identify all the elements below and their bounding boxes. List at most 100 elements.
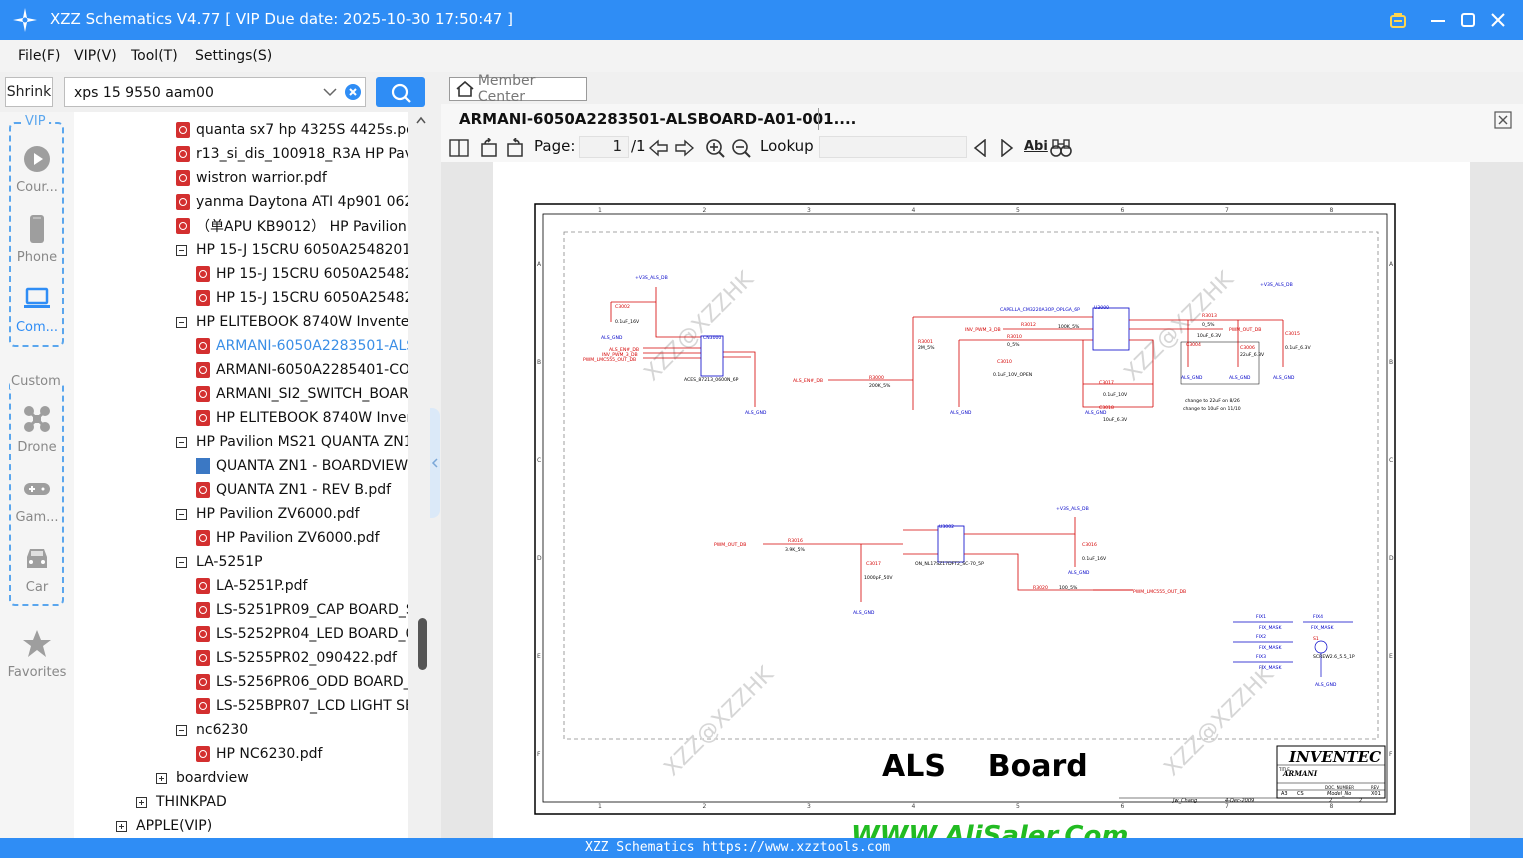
shrink-button[interactable]: Shrink	[5, 77, 53, 107]
labels-block-2: PWM_OUT_DB R3016 3.9K_5% C3017 1000pF_50…	[714, 506, 1355, 688]
nav-phone[interactable]: Phone	[0, 214, 74, 265]
tree-item-label: HP 15-J 15CRU 6050A254820	[216, 266, 408, 282]
column-label: 4	[912, 207, 916, 214]
tree-file[interactable]: （单APU KB9012） HP Pavilion	[176, 214, 407, 238]
tree-folder[interactable]: nc6230	[176, 718, 248, 742]
vip-bag-button[interactable]	[1386, 8, 1410, 32]
tree-item-label: r13_si_dis_100918_R3A HP Pavili	[196, 146, 408, 162]
tree-file[interactable]: wistron warrior.pdf	[176, 166, 327, 190]
nav-courses-label: Cour...	[16, 180, 58, 195]
column-label: 6	[1121, 803, 1125, 810]
pdf-file-icon	[196, 290, 210, 306]
expand-toggle-icon[interactable]	[156, 772, 167, 784]
ref-r3020: R3020	[1033, 585, 1048, 591]
close-document-icon[interactable]	[1494, 111, 1512, 129]
panel-splitter[interactable]	[430, 112, 441, 838]
page-number-input[interactable]: 1	[579, 136, 629, 158]
collapse-toggle-icon[interactable]	[176, 436, 187, 448]
expand-toggle-icon[interactable]	[116, 820, 127, 832]
search-input[interactable]	[72, 82, 316, 104]
tree-folder[interactable]: HP 15-J 15CRU 6050A2548201-I	[176, 238, 408, 262]
menu-tool[interactable]: Tool(T)	[131, 48, 178, 64]
collapse-toggle-icon[interactable]	[176, 724, 187, 736]
tree-file[interactable]: HP Pavilion ZV6000.pdf	[196, 526, 380, 550]
chevron-left-icon[interactable]	[431, 458, 439, 468]
tree-folder[interactable]: HP Pavilion MS21 QUANTA ZN1	[176, 430, 408, 454]
tree-folder[interactable]: HP Pavilion ZV6000.pdf	[176, 502, 360, 526]
rotate-left-icon[interactable]	[479, 138, 499, 158]
nav-courses[interactable]: Cour...	[0, 144, 74, 195]
tree-file[interactable]: yanma Daytona ATI 4p901 0620	[176, 190, 408, 214]
net-als-gnd: ALS_GND	[1315, 682, 1337, 688]
tree-file[interactable]: ARMANI_SI2_SWITCH_BOARI	[196, 382, 408, 406]
scroll-up-icon[interactable]	[416, 116, 426, 124]
tree-file[interactable]: LS-5255PR02_090422.pdf	[196, 646, 397, 670]
minimize-button[interactable]	[1426, 8, 1450, 32]
nav-game[interactable]: Gam...	[0, 474, 74, 525]
match-text-toggle[interactable]: Abi	[1024, 139, 1048, 154]
tree-file[interactable]: QUANTA ZN1 - REV B.pdf	[196, 478, 391, 502]
pdf-file-icon	[176, 146, 190, 162]
tree-file[interactable]: LS-5252PR04_LED BOARD_0!	[196, 622, 408, 646]
prev-page-arrow-icon[interactable]	[649, 139, 669, 157]
column-label: 3	[807, 207, 811, 214]
val-r3001: 2M_5%	[918, 345, 935, 351]
collapse-toggle-icon[interactable]	[176, 556, 187, 568]
tree-file[interactable]: LA-5251P.pdf	[196, 574, 308, 598]
find-next-icon[interactable]	[1000, 139, 1014, 157]
menu-file[interactable]: File(F)	[18, 48, 60, 64]
tree-file[interactable]: ARMANI-6050A2285401-COI	[196, 358, 408, 382]
tree-file[interactable]: HP ELITEBOOK 8740W Inven	[196, 406, 408, 430]
nav-favorites[interactable]: Favorites	[0, 629, 74, 680]
tree-file[interactable]: LS-5256PR06_ODD BOARD_C	[196, 670, 408, 694]
collapse-toggle-icon[interactable]	[176, 244, 187, 256]
tree-folder[interactable]: LA-5251P	[176, 550, 263, 574]
rotate-right-icon[interactable]	[505, 138, 525, 158]
member-center-button[interactable]: Member Center	[449, 73, 587, 105]
tree-file[interactable]: r13_si_dis_100918_R3A HP Pavili	[176, 142, 408, 166]
tree-folder[interactable]: boardview	[156, 766, 249, 790]
tree-file[interactable]: quanta sx7 hp 4325S 4425s.pdf	[176, 118, 408, 142]
document-tab[interactable]: ARMANI-6050A2283501-ALSBOARD-A01-001....	[459, 110, 856, 128]
page-total: /1	[631, 137, 646, 155]
search-button[interactable]	[376, 77, 425, 107]
title-block: INVENTEC TITLE ARMANI DOC. NUMBER Model_…	[1119, 745, 1386, 804]
zoom-out-icon[interactable]	[731, 138, 751, 158]
nav-computer[interactable]: Com...	[0, 284, 74, 335]
find-prev-icon[interactable]	[973, 139, 987, 157]
expand-toggle-icon[interactable]	[136, 796, 147, 808]
collapse-toggle-icon[interactable]	[176, 316, 187, 328]
search-combobox[interactable]	[64, 77, 366, 107]
tree-scrollbar-thumb[interactable]	[418, 618, 427, 670]
menu-settings[interactable]: Settings(S)	[195, 48, 272, 64]
ref-s1: S1	[1313, 636, 1319, 642]
next-page-arrow-icon[interactable]	[674, 139, 694, 157]
nav-drone[interactable]: Drone	[0, 404, 74, 455]
tree-folder[interactable]: APPLE(VIP)	[116, 814, 212, 838]
zoom-in-icon[interactable]	[705, 138, 725, 158]
tree-file[interactable]: QUANTA ZN1 - BOARDVIEW	[196, 454, 408, 478]
tree-file[interactable]: ARMANI-6050A2283501-ALS	[196, 334, 408, 358]
menu-vip[interactable]: VIP(V)	[74, 48, 117, 64]
tree-item-label: LS-5252PR04_LED BOARD_0!	[216, 626, 408, 642]
maximize-button[interactable]	[1456, 8, 1480, 32]
close-button[interactable]	[1486, 8, 1510, 32]
collapse-toggle-icon[interactable]	[176, 508, 187, 520]
tree-file[interactable]: LS-5251PR09_CAP BOARD_SI	[196, 598, 408, 622]
tree-folder[interactable]: THINKPAD	[136, 790, 227, 814]
nav-car[interactable]: Car	[0, 544, 74, 595]
lookup-input[interactable]	[819, 136, 967, 158]
schematic-page[interactable]: 1 2 3 4 5 6 7 8 1 2 3 4 5 6 7 8 A A B B C C D D E E F F XZZ@XZZHK…	[493, 162, 1470, 851]
tree-scrollbar[interactable]	[408, 112, 432, 838]
clear-search-icon[interactable]	[345, 84, 361, 100]
chevron-down-icon[interactable]	[323, 86, 337, 98]
ref-fix1: FIX1	[1256, 614, 1266, 620]
sidebar-toggle-icon[interactable]	[449, 139, 469, 157]
tree-file[interactable]: HP 15-J 15CRU 6050A254820	[196, 286, 408, 310]
tree-file[interactable]: LS-525BPR07_LCD LIGHT SEN	[196, 694, 408, 718]
binoculars-icon[interactable]	[1050, 138, 1072, 158]
tree-folder[interactable]: HP ELITEBOOK 8740W Inventec	[176, 310, 408, 334]
column-label: 8	[1330, 803, 1334, 810]
tree-file[interactable]: HP 15-J 15CRU 6050A254820	[196, 262, 408, 286]
tree-file[interactable]: HP NC6230.pdf	[196, 742, 322, 766]
